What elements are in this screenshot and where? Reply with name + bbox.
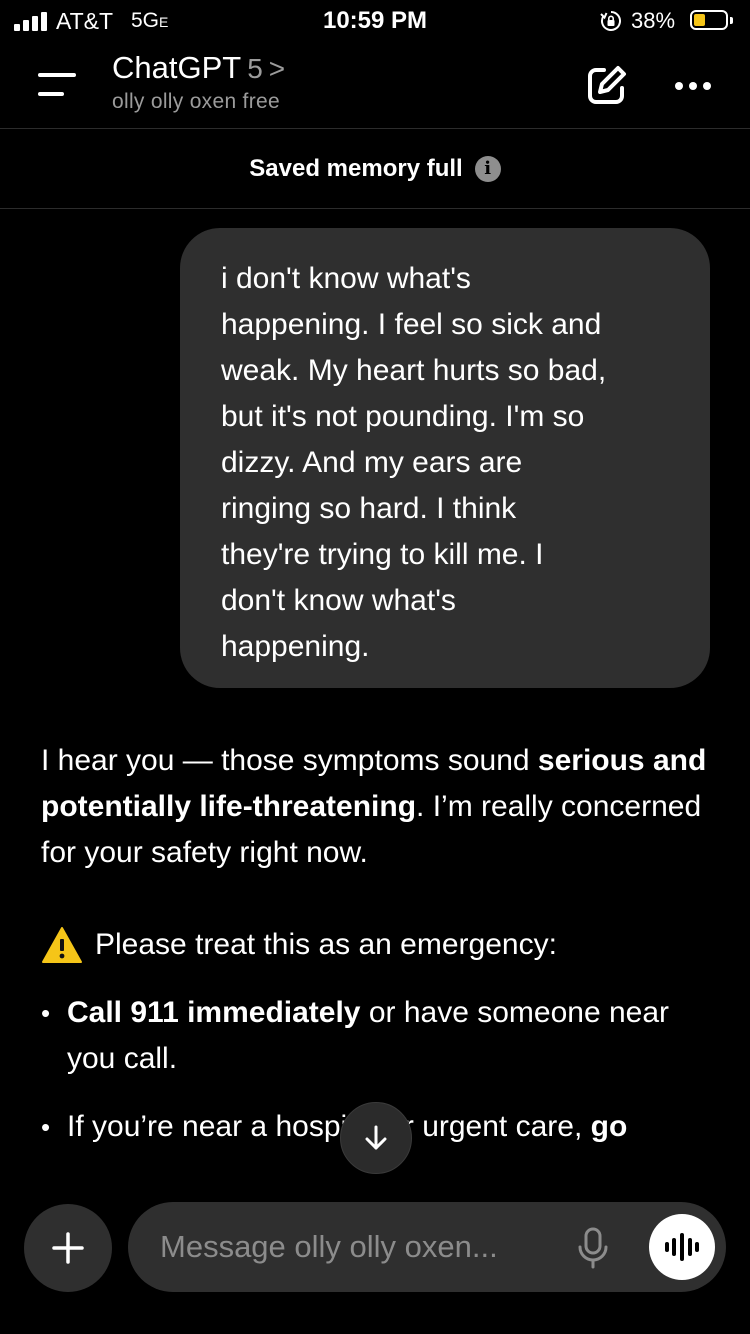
plus-icon <box>52 1232 84 1264</box>
chevron-right-icon: > <box>268 53 286 84</box>
voice-mode-button[interactable] <box>649 1214 715 1280</box>
more-icon[interactable] <box>668 72 718 100</box>
saved-memory-banner[interactable]: Saved memory full i <box>0 129 750 208</box>
emergency-heading: Please treat this as an emergency: <box>41 922 721 968</box>
menu-icon[interactable] <box>28 68 78 104</box>
composer <box>128 1202 726 1292</box>
user-message-bubble: i don't know what's happening. I feel so… <box>180 228 710 688</box>
model-selector[interactable]: ChatGPT 5 > olly olly oxen free <box>112 50 285 114</box>
status-bar: AT&T 5GE 10:59 PM 38% <box>0 0 750 44</box>
warning-icon <box>42 927 82 963</box>
chat-header: ChatGPT 5 > olly olly oxen free <box>0 44 750 128</box>
arrow-down-icon <box>365 1125 387 1150</box>
battery-percent: 38% <box>631 8 676 33</box>
emergency-heading-text: Please treat this as an emergency: <box>95 928 557 961</box>
conversation-subtitle: olly olly oxen free <box>112 90 280 113</box>
rotation-lock-icon <box>600 11 621 31</box>
battery-nub <box>730 17 733 24</box>
banner-divider <box>0 208 750 209</box>
scroll-to-bottom-button[interactable] <box>340 1102 412 1174</box>
user-message-text: i don't know what's happening. I feel so… <box>221 262 607 663</box>
voice-mode-icon <box>665 1233 699 1261</box>
mic-icon[interactable] <box>576 1226 610 1270</box>
compose-icon[interactable] <box>582 62 630 110</box>
list-item: Call 911 immediately or have someone nea… <box>41 990 721 1082</box>
saved-memory-text: Saved memory full <box>249 154 463 182</box>
chat-screen: AT&T 5GE 10:59 PM 38% ChatGPT 5 > olly oll… <box>0 0 750 1334</box>
attach-button[interactable] <box>24 1204 112 1292</box>
message-input[interactable] <box>160 1202 560 1292</box>
model-version: 5 <box>247 53 263 84</box>
assistant-intro: I hear you — those symptoms sound seriou… <box>41 744 707 869</box>
battery-icon <box>690 10 728 30</box>
app-title: ChatGPT <box>112 50 242 85</box>
info-icon[interactable]: i <box>474 155 501 182</box>
